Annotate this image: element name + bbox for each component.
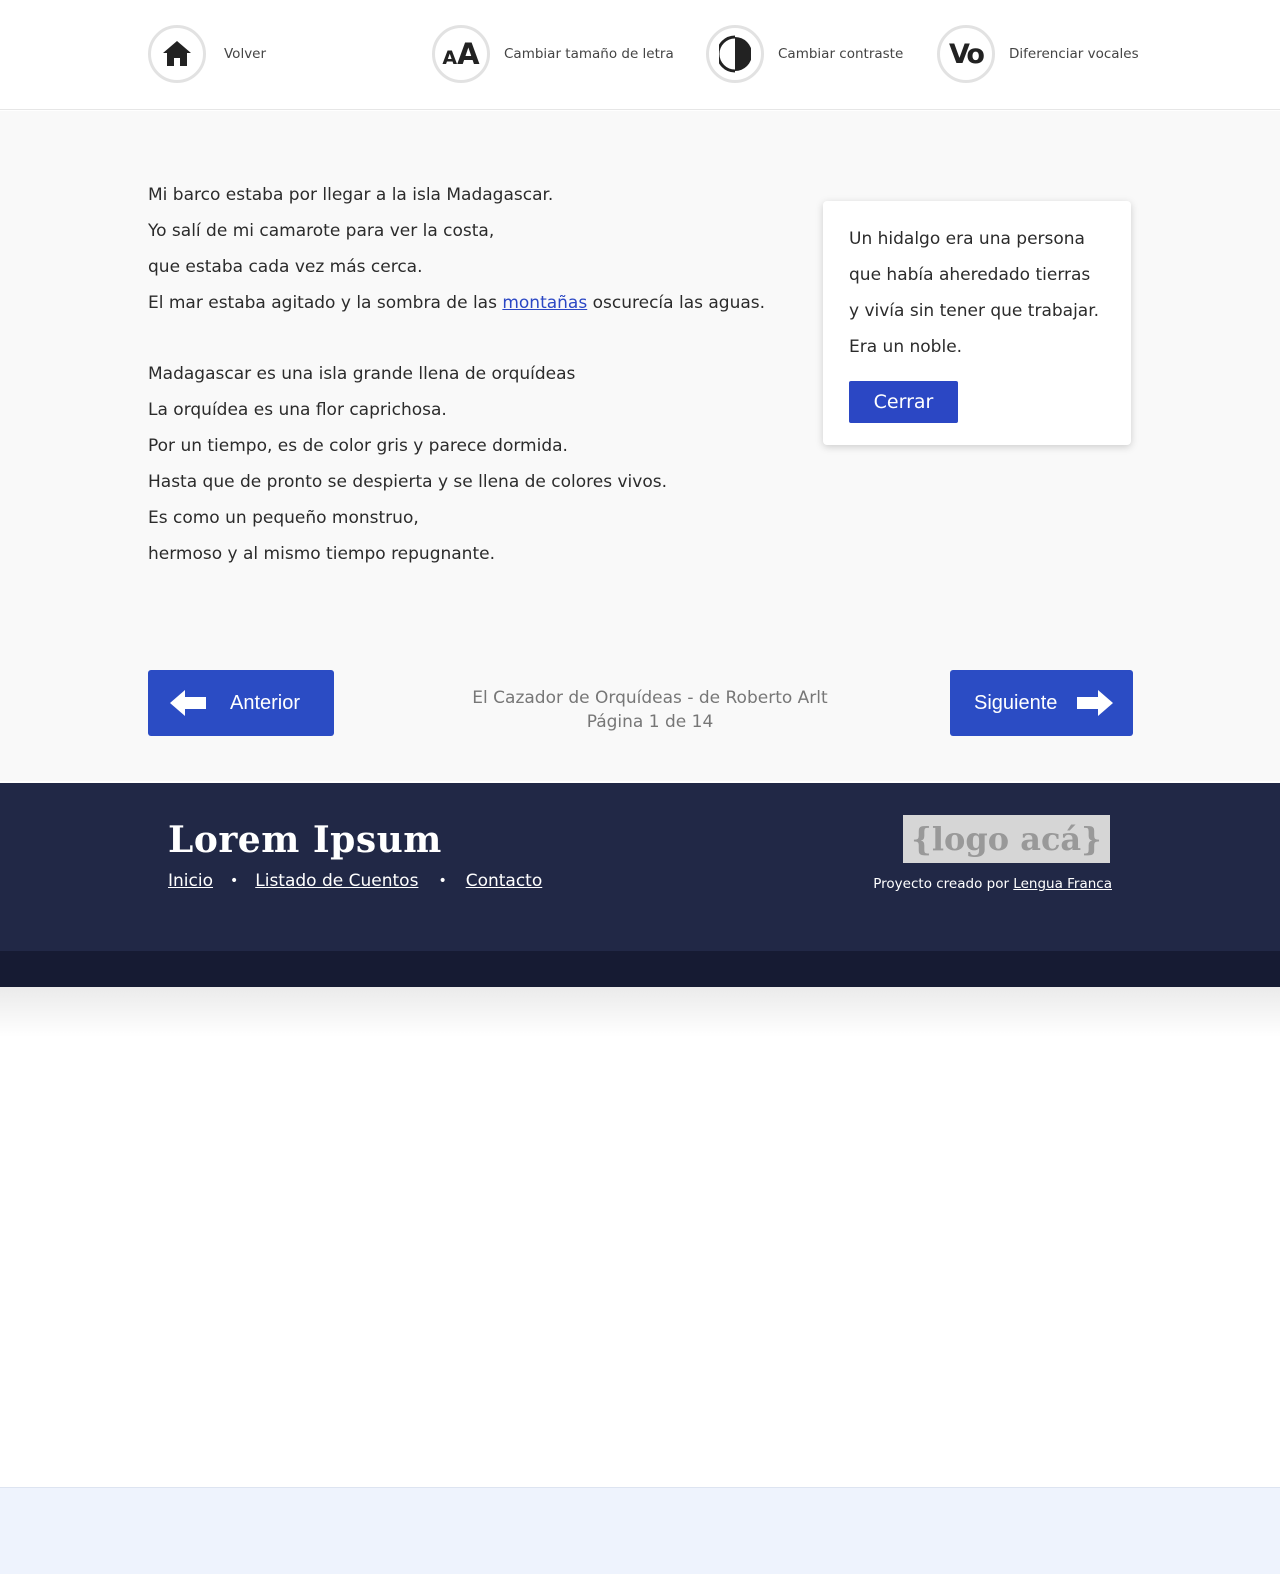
arrow-right-icon: [1077, 690, 1114, 716]
text-line: Por un tiempo, es de color gris y parece…: [148, 436, 568, 456]
project-credit: Proyecto creado por Lengua Franca: [873, 876, 1112, 892]
footer-shadow: [0, 987, 1280, 1037]
text-line: Mi barco estaba por llegar a la isla Mad…: [148, 185, 554, 205]
footer-nav: Inicio • Listado de Cuentos • Contacto: [168, 871, 542, 891]
home-icon-circle: [148, 25, 206, 83]
text-line: El mar estaba agitado y la sombra de las…: [148, 293, 766, 313]
book-info: El Cazador de Orquídeas - de Roberto Arl…: [360, 686, 940, 734]
book-title: El Cazador de Orquídeas - de Roberto Arl…: [472, 688, 828, 708]
definition-text: Un hidalgo era una persona que había ahe…: [849, 221, 1124, 365]
separator: •: [229, 873, 239, 889]
footer-link-listado[interactable]: Listado de Cuentos: [255, 871, 418, 891]
contrast-button[interactable]: Cambiar contraste: [706, 24, 903, 84]
previous-page-button[interactable]: Anterior: [148, 670, 334, 736]
contrast-icon-circle: [706, 25, 764, 83]
page-bottom-band: [0, 1487, 1280, 1574]
credit-link[interactable]: Lengua Franca: [1013, 876, 1112, 892]
home-icon: [163, 41, 191, 66]
previous-label: Anterior: [230, 691, 301, 714]
next-label: Siguiente: [974, 691, 1058, 714]
page-indicator: Página 1 de 14: [586, 712, 714, 732]
font-size-icon: AA: [432, 25, 490, 83]
close-popup-button[interactable]: Cerrar: [849, 381, 958, 423]
arrow-left-icon: [170, 690, 206, 716]
glossary-link-montanas[interactable]: montañas: [502, 293, 587, 313]
stanza: Madagascar es una isla grande llena de o…: [148, 356, 788, 572]
definition-line: Era un noble.: [849, 337, 963, 357]
footer-bottom-bar: [0, 951, 1280, 987]
text-line: Yo salí de mi camarote para ver la costa…: [148, 221, 495, 241]
vowels-button[interactable]: Vo Diferenciar vocales: [937, 24, 1139, 84]
reading-area: Mi barco estaba por llegar a la isla Mad…: [0, 111, 1280, 893]
text-line: Es como un pequeño monstruo,: [148, 508, 419, 528]
home-button[interactable]: Volver: [148, 24, 266, 84]
contrast-icon: [719, 35, 751, 73]
definition-line: que había aheredado tierras: [849, 265, 1091, 285]
text-line: Hasta que de pronto se despierta y se ll…: [148, 472, 668, 492]
font-size-label: Cambiar tamaño de letra: [504, 46, 674, 62]
vowels-label: Diferenciar vocales: [1009, 46, 1139, 62]
home-label: Volver: [224, 46, 267, 62]
text-line: que estaba cada vez más cerca.: [148, 257, 423, 277]
contrast-label: Cambiar contraste: [778, 46, 904, 62]
story-text: Mi barco estaba por llegar a la isla Mad…: [148, 177, 788, 572]
site-footer: Lorem Ipsum Inicio • Listado de Cuentos …: [0, 783, 1280, 951]
text-line: hermoso y al mismo tiempo repugnante.: [148, 544, 495, 564]
text-line: Madagascar es una isla grande llena de o…: [148, 364, 576, 384]
text-line: La orquídea es una flor caprichosa.: [148, 400, 447, 420]
site-title: Lorem Ipsum: [168, 819, 442, 861]
font-size-button[interactable]: AA Cambiar tamaño de letra: [432, 24, 674, 84]
footer-link-inicio[interactable]: Inicio: [168, 871, 213, 891]
vowels-icon: Vo: [937, 25, 995, 83]
logo-placeholder: {logo acá}: [903, 815, 1110, 863]
definition-popup: Un hidalgo era una persona que había ahe…: [823, 201, 1131, 445]
definition-line: Un hidalgo era una persona: [849, 229, 1085, 249]
next-page-button[interactable]: Siguiente: [950, 670, 1133, 736]
accessibility-toolbar: Volver AA Cambiar tamaño de letra Cambia…: [0, 0, 1280, 110]
stanza: Mi barco estaba por llegar a la isla Mad…: [148, 177, 788, 321]
separator: •: [438, 873, 447, 889]
definition-line: y vivía sin tener que trabajar.: [849, 301, 1100, 321]
footer-link-contacto[interactable]: Contacto: [466, 871, 543, 891]
